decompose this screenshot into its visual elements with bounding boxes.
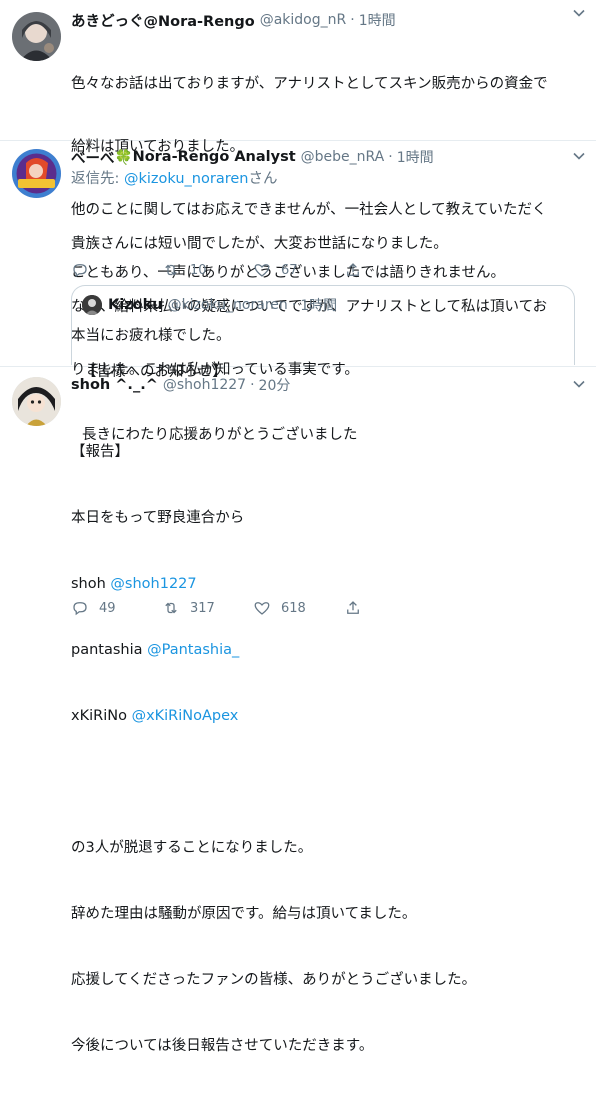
mention-line: xKiRiNo @xKiRiNoApex — [71, 705, 584, 727]
member-name: xKiRiNo — [71, 708, 132, 724]
text-line: 貴族さんには短い間でしたが、大変お世話になりました。 — [71, 236, 448, 252]
tweet-2[interactable]: べーべ 🍀 Nora-Rengo Analyst @bebe_nRA · 1時間… — [0, 141, 596, 443]
retweet-icon — [165, 264, 177, 276]
clover-icon: 🍀 — [114, 149, 133, 166]
share-button[interactable] — [344, 261, 435, 279]
reply-label: 返信先: — [71, 171, 124, 187]
handle[interactable]: @bebe_nRA — [301, 149, 385, 165]
avatar — [82, 295, 102, 315]
retweet-count: 10 — [190, 262, 207, 278]
member-name: shoh — [71, 576, 111, 592]
mention-line: shoh @shoh1227 — [71, 573, 584, 595]
like-count: 67 — [281, 262, 298, 278]
timestamp[interactable]: 1時間 — [397, 147, 434, 167]
text-line: 本日をもって野良連合から — [71, 510, 245, 526]
text-line: 色々なお話は出ておりますが、アナリストとしてスキン販売からの資金で — [71, 76, 548, 92]
display-name[interactable]: shoh ^._.^ — [71, 377, 158, 393]
handle[interactable]: @akidog_nR — [260, 12, 347, 28]
tweet-text: 【報告】 本日をもって野良連合から shoh @shoh1227 pantash… — [71, 397, 584, 1101]
tweet-3[interactable]: shoh ^._.^ @shoh1227 · 20分 【報告】 本日をもって野良… — [0, 367, 596, 1054]
tweet-header: あきどっぐ@Nora-Rengo @akidog_nR · 1時間 — [71, 10, 584, 30]
text-line: 辞めた理由は騒動が原因です。給与は頂いてました。 — [71, 906, 417, 922]
retweet-button[interactable]: 317 — [162, 599, 253, 617]
text-line: の3人が脱退することになりました。 — [71, 840, 313, 856]
reply-button[interactable]: 49 — [71, 599, 162, 617]
mention-link[interactable]: @Pantashia_ — [147, 642, 239, 658]
display-name-suffix[interactable]: Nora-Rengo Analyst — [133, 149, 296, 165]
reply-context: 返信先: @kizoku_norarenさん — [71, 169, 584, 189]
reply-button[interactable] — [71, 261, 162, 279]
handle[interactable]: @kizoku_noraren — [168, 297, 288, 313]
mention-link[interactable]: @xKiRiNoApex — [132, 708, 239, 724]
retweet-count: 317 — [190, 600, 215, 616]
separator-dot: · — [250, 377, 255, 393]
reply-count: 49 — [99, 600, 116, 616]
avatar[interactable] — [12, 149, 61, 198]
text-line: 応援してくださったファンの皆様、ありがとうございました。 — [71, 972, 477, 988]
like-button[interactable]: 67 — [253, 261, 344, 279]
chevron-down-icon[interactable] — [572, 6, 586, 20]
reply-icon — [73, 264, 87, 278]
timestamp[interactable]: 20分 — [259, 375, 291, 395]
display-name[interactable]: あきどっぐ@Nora-Rengo — [71, 10, 255, 31]
retweet-button[interactable]: 10 — [162, 261, 253, 279]
chevron-down-icon[interactable] — [572, 149, 586, 163]
chevron-down-icon[interactable] — [572, 377, 586, 391]
mention-link[interactable]: @shoh1227 — [110, 576, 196, 592]
tweet-header: べーべ 🍀 Nora-Rengo Analyst @bebe_nRA · 1時間 — [71, 147, 584, 167]
timestamp[interactable]: 1時間 — [359, 10, 396, 30]
reply-suffix: さん — [248, 171, 278, 187]
tweet-actions: 49 317 618 — [71, 599, 435, 617]
heart-icon — [254, 264, 270, 277]
share-icon — [347, 601, 359, 614]
retweet-icon — [165, 602, 177, 614]
display-name[interactable]: べーべ — [71, 147, 115, 168]
tweet-1[interactable]: あきどっぐ@Nora-Rengo @akidog_nR · 1時間 色々なお話は… — [0, 0, 596, 344]
separator-dot: · — [388, 149, 393, 165]
separator-dot: · — [291, 297, 297, 313]
avatar[interactable] — [12, 12, 61, 61]
like-button[interactable]: 618 — [253, 599, 344, 617]
share-button[interactable] — [344, 599, 435, 617]
quoted-tweet-header: Kizoku @kizoku_noraren · 1時間 — [82, 294, 564, 316]
avatar[interactable] — [12, 377, 61, 426]
share-icon — [347, 263, 359, 276]
heart-icon — [254, 602, 270, 615]
separator-dot: · — [350, 12, 355, 28]
quoted-tweet[interactable]: Kizoku @kizoku_noraren · 1時間 【皆様へのお知らせ】 … — [71, 285, 575, 443]
text-line: 【報告】 — [71, 444, 129, 460]
text-line: 今後については後日報告させていただきます。 — [71, 1038, 374, 1054]
like-count: 618 — [281, 600, 306, 616]
reply-handle-link[interactable]: @kizoku_noraren — [124, 171, 248, 187]
timestamp: 1時間 — [300, 298, 338, 314]
reply-icon — [73, 602, 87, 616]
tweet-actions: 10 67 — [71, 261, 435, 279]
member-name: pantashia — [71, 642, 148, 658]
display-name[interactable]: Kizoku — [108, 297, 163, 313]
handle[interactable]: @shoh1227 — [163, 377, 246, 393]
mention-line: pantashia @Pantashia_ — [71, 639, 584, 661]
tweet-header: shoh ^._.^ @shoh1227 · 20分 — [71, 375, 584, 395]
